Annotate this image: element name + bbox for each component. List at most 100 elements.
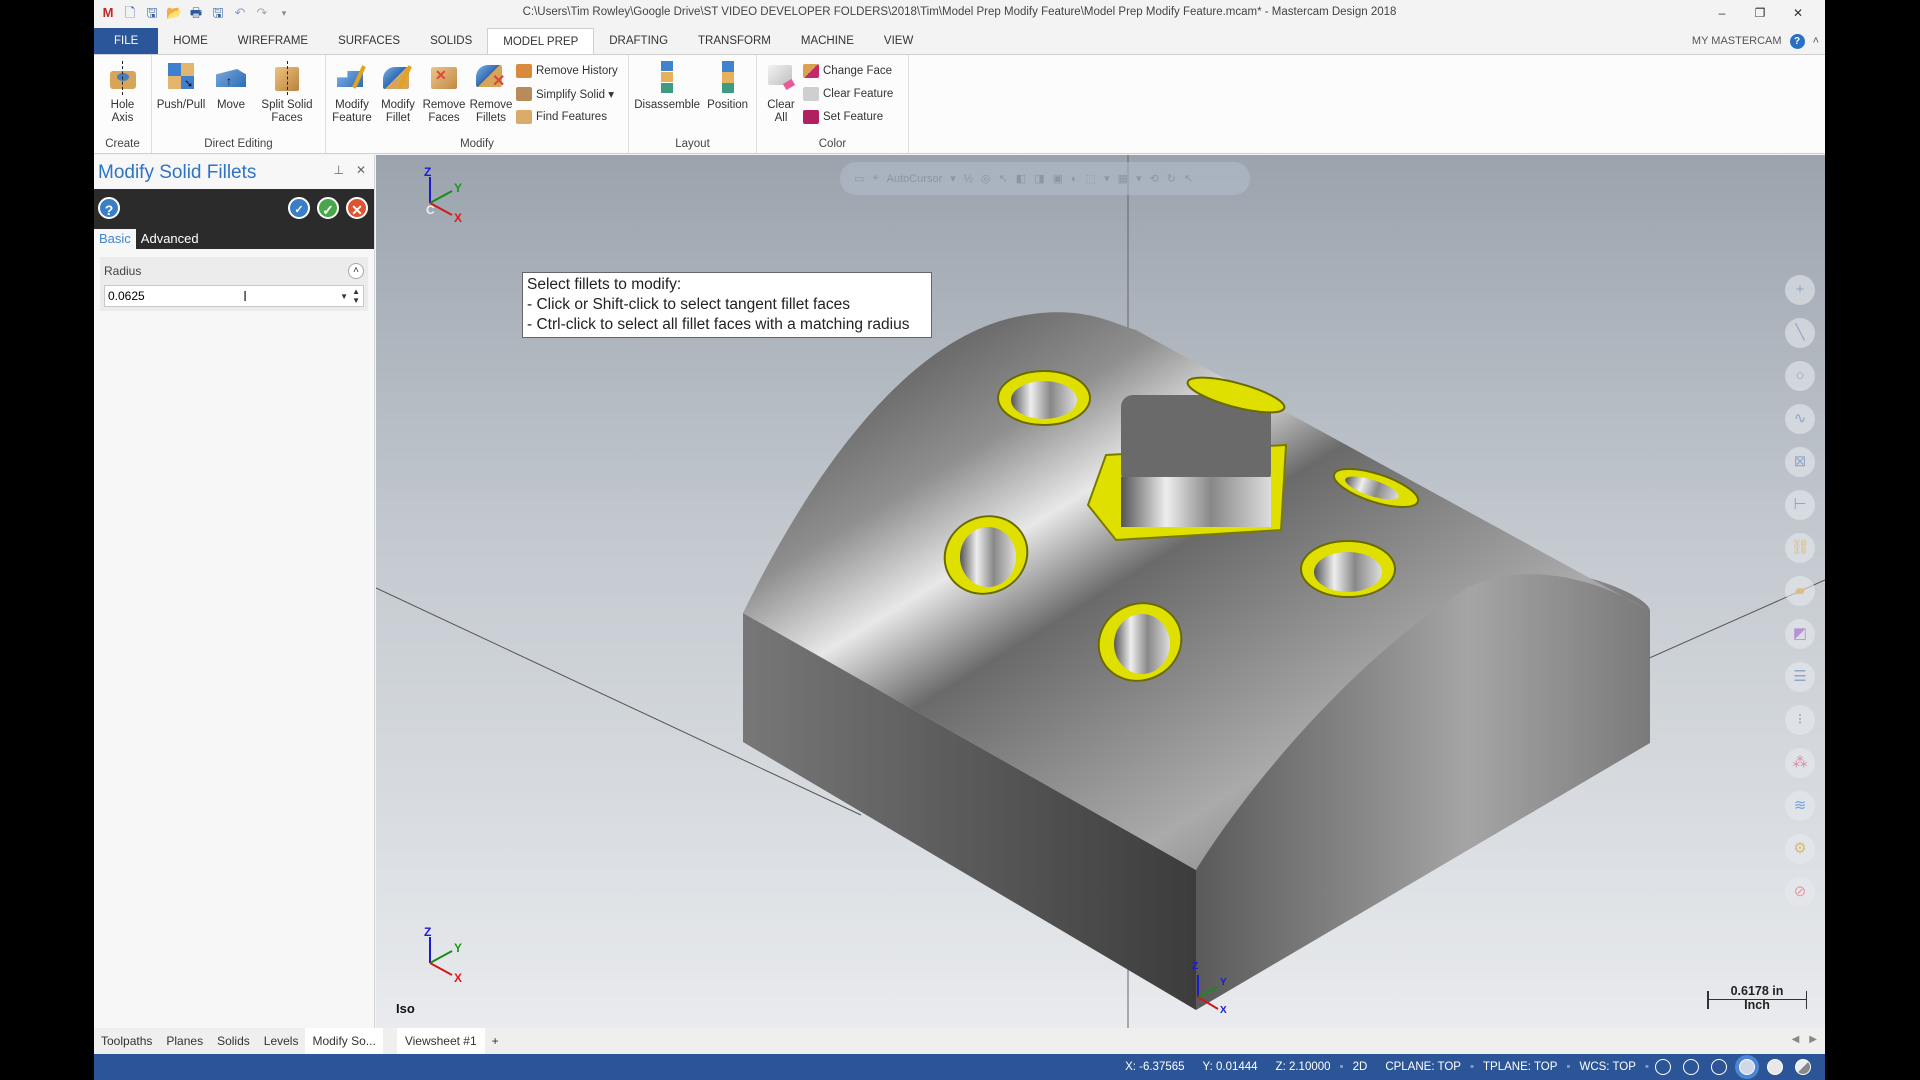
mode-2d-3d[interactable]: 2D [1353,1061,1368,1073]
clear-feature-button[interactable]: Clear Feature [803,84,893,103]
tab-solids[interactable]: SOLIDS [415,28,487,54]
app-icon[interactable]: M [100,5,116,21]
minimize-button[interactable]: – [1703,0,1741,26]
remove-history-button[interactable]: Remove History [516,61,618,80]
pin-icon[interactable]: ⊥ [333,163,343,177]
new-icon[interactable]: 🗋 [122,5,138,21]
window-select-icon[interactable]: ⬚ [1086,172,1096,185]
graphics-viewport[interactable]: ▭ ⌖ AutoCursor ▾ ½ ◎ ↖ ◧ ◨ ▣ ◐ ⬚ ▾ ▦ ▾ ⟲… [376,155,1825,1028]
outline-shaded-icon[interactable] [1711,1059,1727,1075]
tab-modify-solid-fillets[interactable]: Modify So... [305,1028,383,1054]
tab-wireframe[interactable]: WIREFRAME [223,28,323,54]
find-features-button[interactable]: Find Features [516,107,618,126]
undo-icon[interactable]: ↶ [232,5,248,21]
level-icon[interactable]: ⁝ [1785,705,1815,735]
dimension-icon[interactable]: ⊢ [1785,490,1815,520]
tab-home[interactable]: HOME [158,28,223,54]
lock-icon[interactable]: ▭ [854,172,864,185]
radius-input[interactable] [108,289,288,303]
tab-viewsheet-1[interactable]: Viewsheet #1 [396,1028,485,1054]
open-icon[interactable]: 📂 [166,5,182,21]
spin-down-icon[interactable]: ▼ [352,296,360,305]
collapse-ribbon-icon[interactable]: ˄ [1813,35,1819,47]
cancel-button[interactable]: ✕ [346,197,368,219]
point-icon[interactable]: + [1785,275,1815,305]
translate-icon[interactable]: ◩ [1785,619,1815,649]
print-icon[interactable]: 🖶 [188,5,204,21]
change-face-button[interactable]: Change Face [803,61,893,80]
solid-select-icon[interactable]: ◧ [1016,172,1026,185]
vector-select-icon[interactable]: ◐ [1071,173,1078,185]
layers-icon[interactable]: ≋ [1785,791,1815,821]
set-feature-button[interactable]: Set Feature [803,107,893,126]
select-icon[interactable]: ↖ [999,172,1008,185]
tab-toolpaths[interactable]: Toolpaths [94,1028,159,1054]
z-coordinate[interactable]: Z: 2.10000 [1276,1061,1331,1073]
tab-file[interactable]: FILE [94,28,159,54]
face-select-icon[interactable]: ◨ [1034,172,1044,185]
autocursor-icon[interactable]: ⌖ [872,172,878,185]
spline-icon[interactable]: ∿ [1785,404,1815,434]
tab-machine[interactable]: MACHINE [786,28,869,54]
tab-solids-manager[interactable]: Solids [210,1028,257,1054]
scroll-right-icon[interactable]: ▶ [1809,1034,1817,1045]
spin-up-icon[interactable]: ▲ [352,287,360,296]
collapse-section-icon[interactable]: ˄ [348,263,364,279]
tab-drafting[interactable]: DRAFTING [594,28,683,54]
add-viewsheet-button[interactable]: + [485,1028,506,1054]
translucency-icon[interactable] [1795,1059,1811,1075]
hidden-line-icon[interactable] [1683,1059,1699,1075]
tab-surfaces[interactable]: SURFACES [323,28,415,54]
help-icon[interactable]: ? [1789,33,1805,49]
dropdown-arrow-icon[interactable]: ▾ [1136,172,1142,185]
tplane-indicator[interactable]: TPLANE: TOP [1483,1061,1557,1073]
tab-transform[interactable]: TRANSFORM [683,28,786,54]
my-mastercam-link[interactable]: MY MASTERCAM [1692,35,1782,47]
refresh-icon[interactable]: ↻ [1167,172,1176,185]
chain-icon[interactable]: ⛓ [1785,533,1815,563]
midpoint-icon[interactable]: ½ [964,173,973,185]
grid-icon[interactable]: ▦ [1118,172,1128,185]
tab-view[interactable]: VIEW [869,28,928,54]
group-icon[interactable]: ⁂ [1785,748,1815,778]
clear-selection-icon[interactable]: ⟲ [1150,172,1159,185]
simplify-solid-button[interactable]: Simplify Solid ▾ [516,84,618,103]
save-as-icon[interactable]: 🖫 [210,5,226,21]
line-icon[interactable]: ╲ [1785,318,1815,348]
cplane-indicator[interactable]: CPLANE: TOP [1385,1061,1461,1073]
autocursor-label[interactable]: AutoCursor [887,173,943,185]
circle-icon[interactable]: ○ [1785,361,1815,391]
gear-icon[interactable]: ⚙ [1785,834,1815,864]
ok-and-create-new-button[interactable]: ✓ [288,197,310,219]
scroll-left-icon[interactable]: ◀ [1792,1034,1800,1045]
shaded-icon[interactable] [1767,1059,1783,1075]
pointer-icon[interactable]: ↖ [1184,172,1193,185]
tab-levels[interactable]: Levels [257,1028,306,1054]
wireframe-display-icon[interactable] [1655,1059,1671,1075]
no-entry-icon[interactable]: ⊘ [1785,877,1815,907]
level-list-icon[interactable]: ☰ [1785,662,1815,692]
radius-field[interactable]: I ▼ ▲ ▼ [104,285,364,307]
help-button[interactable]: ? [98,197,120,219]
autocursor-toolbar[interactable]: ▭ ⌖ AutoCursor ▾ ½ ◎ ↖ ◧ ◨ ▣ ◐ ⬚ ▾ ▦ ▾ ⟲… [840,162,1250,195]
center-icon[interactable]: ◎ [981,172,991,185]
solid-box-icon[interactable]: ⊠ [1785,447,1815,477]
dropdown-arrow-icon[interactable]: ▼ [340,292,348,301]
tab-advanced[interactable]: Advanced [136,229,204,249]
dropdown-arrow-icon[interactable]: ▾ [1104,172,1110,185]
customize-icon[interactable]: ▾ [276,5,292,21]
panel-close-icon[interactable]: ✕ [356,163,366,177]
surface-icon[interactable]: ▰ [1785,576,1815,606]
tab-planes[interactable]: Planes [159,1028,210,1054]
redo-icon[interactable]: ↷ [254,5,270,21]
dropdown-arrow-icon[interactable]: ▾ [950,172,956,185]
shaded-outline-icon[interactable] [1739,1059,1755,1075]
body-select-icon[interactable]: ▣ [1053,172,1063,185]
wcs-indicator[interactable]: WCS: TOP [1579,1061,1635,1073]
close-button[interactable]: ✕ [1779,0,1817,26]
save-icon[interactable]: 🖫 [144,5,160,21]
tab-basic[interactable]: Basic [94,229,136,249]
tab-model-prep[interactable]: MODEL PREP [487,28,595,54]
ok-button[interactable]: ✓ [317,197,339,219]
restore-button[interactable]: ❐ [1741,0,1779,26]
